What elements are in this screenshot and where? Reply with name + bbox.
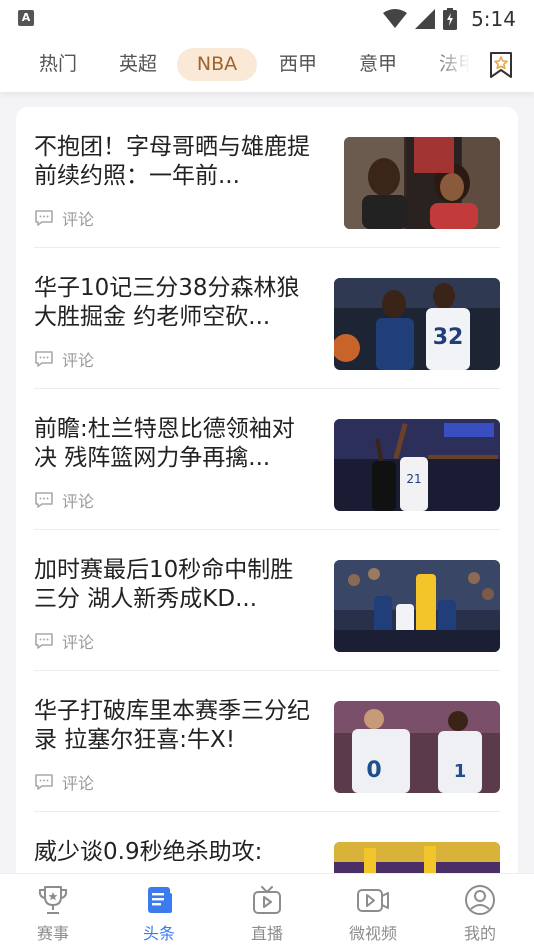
comment-icon xyxy=(35,210,53,226)
news-item[interactable]: 不抱团！字母哥晒与雄鹿提前续约照：一年前... 评论 xyxy=(34,107,500,248)
wifi-icon xyxy=(383,9,408,28)
status-time: 5:14 xyxy=(471,7,516,31)
status-bar: A 5:14 xyxy=(0,0,534,38)
nav-events[interactable]: 赛事 xyxy=(13,884,93,946)
news-photo-image xyxy=(344,137,500,229)
user-icon xyxy=(465,885,495,915)
comment-icon xyxy=(35,351,53,367)
cellular-signal-icon xyxy=(415,9,436,29)
nav-profile[interactable]: 我的 xyxy=(440,884,520,946)
trophy-icon xyxy=(38,886,68,914)
category-tabs: 热门 英超 NBA 西甲 意甲 法甲 xyxy=(0,38,480,92)
comment-icon xyxy=(35,633,53,649)
tab-serie-a[interactable]: 意甲 xyxy=(342,48,414,81)
comment-label: 评论 xyxy=(62,633,95,652)
comment-link[interactable]: 评论 xyxy=(34,207,94,229)
news-item[interactable]: 华子10记三分38分森林狼大胜掘金 约老师空砍... 评论 32 xyxy=(34,248,500,389)
comment-icon xyxy=(35,492,53,508)
tv-icon xyxy=(253,886,281,914)
news-title[interactable]: 前瞻:杜兰特恩比德领袖对决 残阵篮网力争再擒... xyxy=(34,415,316,473)
nav-label: 头条 xyxy=(142,924,175,943)
comment-link[interactable]: 评论 xyxy=(34,630,94,652)
svg-text:1: 1 xyxy=(454,761,467,782)
news-thumbnail[interactable]: 32 xyxy=(334,278,500,370)
tab-hot[interactable]: 热门 xyxy=(22,48,94,81)
news-thumbnail[interactable] xyxy=(334,560,500,652)
svg-text:32: 32 xyxy=(433,325,464,350)
tab-nba[interactable]: NBA xyxy=(177,48,257,81)
category-tab-bar: 热门 英超 NBA 西甲 意甲 法甲 xyxy=(0,38,534,92)
news-title[interactable]: 不抱团！字母哥晒与雄鹿提前续约照：一年前... xyxy=(34,133,316,191)
tab-fade-overlay xyxy=(430,38,480,92)
news-thumbnail[interactable]: 21 xyxy=(334,419,500,511)
bookmark-star-icon xyxy=(490,52,512,78)
news-thumbnail[interactable] xyxy=(344,137,500,229)
svg-text:21: 21 xyxy=(406,472,421,486)
news-title[interactable]: 加时赛最后10秒命中制胜三分 湖人新秀成KD... xyxy=(34,556,316,614)
tab-la-liga[interactable]: 西甲 xyxy=(262,48,334,81)
comment-label: 评论 xyxy=(62,774,95,793)
news-title[interactable]: 华子10记三分38分森林狼大胜掘金 约老师空砍... xyxy=(34,274,316,332)
news-list: 不抱团！字母哥晒与雄鹿提前续约照：一年前... 评论 华子10记三分38分森林狼… xyxy=(16,107,518,907)
comment-link[interactable]: 评论 xyxy=(34,771,94,793)
news-photo-image: 32 xyxy=(334,278,500,370)
nav-headlines[interactable]: 头条 xyxy=(119,884,199,946)
channel-manage-button[interactable] xyxy=(486,50,516,80)
comment-label: 评论 xyxy=(62,210,95,229)
comment-icon xyxy=(35,774,53,790)
news-thumbnail[interactable]: 0 1 xyxy=(334,701,500,793)
svg-text:0: 0 xyxy=(366,758,381,783)
app-notification-icon: A xyxy=(18,10,34,26)
video-icon xyxy=(357,889,389,912)
comment-link[interactable]: 评论 xyxy=(34,489,94,511)
tab-premier-league[interactable]: 英超 xyxy=(102,48,174,81)
news-title[interactable]: 威少谈0.9秒绝杀助攻: xyxy=(34,838,316,867)
nav-label: 微视频 xyxy=(348,924,397,943)
news-item[interactable]: 前瞻:杜兰特恩比德领袖对决 残阵篮网力争再擒... 评论 21 xyxy=(34,389,500,530)
nav-live[interactable]: 直播 xyxy=(227,884,307,946)
bottom-navigation: 赛事 头条 直播 微视频 我的 xyxy=(0,873,534,950)
nav-label: 直播 xyxy=(250,924,283,943)
news-title[interactable]: 华子打破库里本赛季三分纪录 拉塞尔狂喜:牛X! xyxy=(34,697,316,755)
news-photo-image: 0 1 xyxy=(334,701,500,793)
comment-link[interactable]: 评论 xyxy=(34,348,94,370)
news-item[interactable]: 加时赛最后10秒命中制胜三分 湖人新秀成KD... 评论 xyxy=(34,530,500,671)
comment-label: 评论 xyxy=(62,351,95,370)
comment-label: 评论 xyxy=(62,492,95,511)
battery-charging-icon xyxy=(443,8,458,30)
news-photo-image xyxy=(334,560,500,652)
news-photo-image: 21 xyxy=(334,419,500,511)
nav-label: 赛事 xyxy=(36,924,69,943)
news-icon xyxy=(148,887,172,913)
nav-label: 我的 xyxy=(463,924,496,943)
nav-micro-video[interactable]: 微视频 xyxy=(333,884,413,946)
news-item[interactable]: 华子打破库里本赛季三分纪录 拉塞尔狂喜:牛X! 评论 0 1 xyxy=(34,671,500,812)
